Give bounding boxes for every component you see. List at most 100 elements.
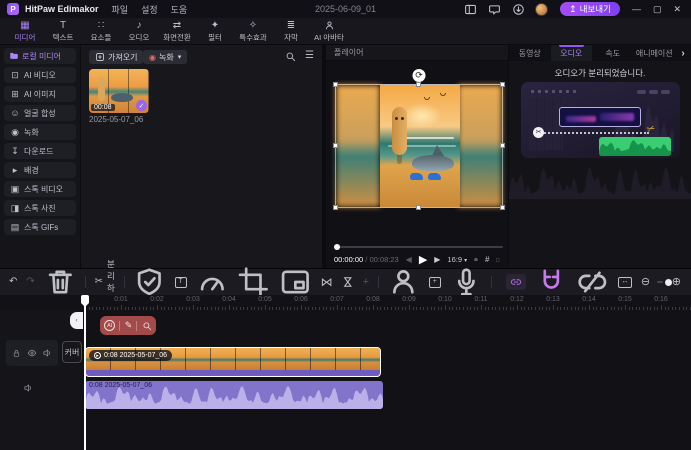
zoom-out-button[interactable]: ⊖ bbox=[641, 276, 650, 288]
record-button[interactable]: ◉ 녹화 ▾ bbox=[143, 50, 187, 64]
audio-icon: ♪ bbox=[137, 20, 142, 31]
sidebar-ai-video[interactable]: ⊡AI 비디오 bbox=[4, 67, 76, 83]
link-clips-button[interactable] bbox=[506, 274, 526, 290]
ribbon-filter[interactable]: ✦필터 bbox=[196, 20, 234, 43]
sidebar-local-media[interactable]: 로컬 미디어 bbox=[4, 48, 76, 64]
tabs-chevron-right-icon[interactable]: › bbox=[675, 45, 691, 61]
ai-pen-icon[interactable]: ✎ bbox=[125, 320, 133, 331]
ruler-label: 0:03 bbox=[186, 296, 200, 303]
ribbon-transition[interactable]: ⇄화면전환 bbox=[158, 20, 196, 43]
rotate-handle-icon[interactable]: ⟳ bbox=[413, 69, 426, 82]
resize-handle-sw[interactable] bbox=[333, 205, 338, 210]
blue-sneaker bbox=[428, 173, 441, 180]
sidebar-ai-image[interactable]: ⊞AI 이미지 bbox=[4, 86, 76, 102]
timeline-ruler[interactable]: 0:010:020:030:040:050:060:070:080:090:10… bbox=[0, 295, 691, 310]
sidebar-record[interactable]: ◉녹화 bbox=[4, 124, 76, 140]
menu-help[interactable]: 도움 bbox=[171, 3, 188, 16]
tab-audio[interactable]: 오디오 bbox=[551, 45, 593, 61]
filter-icon: ✦ bbox=[211, 20, 219, 31]
import-icon bbox=[95, 52, 105, 62]
add-track-icon[interactable]: + bbox=[429, 277, 441, 288]
sun-glow bbox=[402, 103, 442, 129]
record-dot-icon: ◉ bbox=[149, 53, 156, 62]
ribbon-toolbar: ▦미디어 T텍스트 ∷요소들 ♪오디오 ⇄화면전환 ✦필터 ✧특수효과 ≣자막 … bbox=[0, 18, 691, 45]
stock-photo-icon: ◨ bbox=[9, 203, 21, 214]
menu-settings[interactable]: 설정 bbox=[141, 3, 158, 16]
audio-separated-message: 오디오가 분리되었습니다. bbox=[509, 67, 691, 79]
transition-icon: ⇄ bbox=[173, 20, 181, 31]
minimize-button[interactable]: — bbox=[632, 4, 641, 14]
audio-clip[interactable]: 0:08 2025-05-07_06 bbox=[85, 381, 383, 409]
ribbon-audio[interactable]: ♪오디오 bbox=[120, 20, 158, 43]
play-button[interactable]: ▶ bbox=[419, 253, 427, 266]
tab-video[interactable]: 동영상 bbox=[509, 45, 551, 61]
menu-file[interactable]: 파일 bbox=[112, 3, 129, 16]
bird bbox=[424, 97, 430, 100]
tab-speed[interactable]: 속도 bbox=[592, 45, 634, 61]
ai-search-icon[interactable] bbox=[142, 321, 152, 331]
feedback-icon[interactable] bbox=[488, 3, 501, 16]
sidebar-background[interactable]: ▸배경 bbox=[4, 162, 76, 178]
playhead-flag[interactable]: ‹ bbox=[70, 312, 83, 329]
ribbon-subtitle[interactable]: ≣자막 bbox=[272, 20, 310, 43]
ribbon-elements[interactable]: ∷요소들 bbox=[82, 20, 120, 43]
ribbon-ai-avatar[interactable]: AI 아바타 bbox=[310, 20, 348, 43]
mini-cut-icon: ✂ bbox=[533, 127, 544, 138]
cover-button[interactable]: 커버 bbox=[62, 341, 82, 363]
close-button[interactable]: ✕ bbox=[673, 4, 681, 15]
tab-animation[interactable]: 애니메이션 bbox=[634, 45, 676, 61]
position-icon[interactable]: + bbox=[363, 276, 369, 288]
text-tool-icon[interactable]: T bbox=[175, 277, 187, 288]
resize-handle-w[interactable] bbox=[333, 143, 338, 148]
resize-handle-nw[interactable] bbox=[333, 82, 338, 87]
grid-icon[interactable]: # bbox=[485, 255, 489, 264]
playhead[interactable] bbox=[84, 295, 86, 450]
visibility-eye-icon[interactable] bbox=[27, 348, 37, 358]
ai-tool-icon[interactable]: AI bbox=[104, 320, 115, 331]
video-clip[interactable]: ▸0:08 2025-05-07_06 bbox=[85, 347, 381, 377]
flip-vertical-icon[interactable]: ⋈ bbox=[342, 276, 354, 288]
user-avatar[interactable] bbox=[535, 3, 548, 16]
next-frame-button[interactable]: ▶ bbox=[434, 255, 440, 264]
timeline-zoom-slider[interactable] bbox=[657, 281, 663, 283]
mute-speaker-icon[interactable] bbox=[42, 348, 52, 358]
ribbon-media[interactable]: ▦미디어 bbox=[6, 20, 44, 43]
redo-button[interactable]: ↷ bbox=[26, 276, 34, 288]
import-button[interactable]: 가져오기 bbox=[89, 50, 143, 64]
playhead-handle[interactable] bbox=[81, 295, 89, 303]
layout-icon[interactable] bbox=[464, 3, 477, 16]
mute-speaker-icon[interactable] bbox=[23, 383, 33, 393]
record-icon: ◉ bbox=[9, 127, 21, 138]
sidebar-stock-video[interactable]: ▣스톡 비디오 bbox=[4, 181, 76, 197]
resize-handle-s[interactable] bbox=[416, 205, 421, 210]
lock-icon[interactable] bbox=[12, 349, 21, 358]
sort-list-icon[interactable]: ☰ bbox=[305, 50, 314, 61]
sidebar-download[interactable]: ↧다운로드 bbox=[4, 143, 76, 159]
ruler-label: 0:10 bbox=[438, 296, 452, 303]
resize-handle-n[interactable] bbox=[416, 82, 421, 87]
auto-ripple-icon[interactable]: ↔ bbox=[618, 277, 632, 288]
media-thumbnail[interactable]: 00:08 ✓ bbox=[89, 69, 149, 113]
zoom-slider-knob[interactable] bbox=[665, 279, 672, 286]
ribbon-effects[interactable]: ✧특수효과 bbox=[234, 20, 272, 43]
resize-handle-se[interactable] bbox=[500, 205, 505, 210]
search-icon[interactable] bbox=[285, 51, 296, 62]
maximize-button[interactable]: ▢ bbox=[653, 4, 662, 15]
resize-handle-e[interactable] bbox=[500, 143, 505, 148]
ai-avatar-icon bbox=[324, 20, 335, 31]
thumb-character bbox=[98, 77, 105, 101]
video-preview[interactable]: ⟳ bbox=[335, 84, 503, 208]
resize-handle-ne[interactable] bbox=[500, 82, 505, 87]
download-icon[interactable] bbox=[512, 3, 525, 16]
sidebar-face-swap[interactable]: ☺얼굴 합성 bbox=[4, 105, 76, 121]
title-bar: P HitPaw Edimakor 파일 설정 도움 2025-06-09_01… bbox=[0, 0, 691, 18]
undo-button[interactable]: ↶ bbox=[9, 276, 17, 288]
zoom-in-button[interactable]: ⊕ bbox=[672, 276, 681, 288]
video-track-header bbox=[6, 340, 58, 366]
audio-track-header bbox=[6, 375, 58, 401]
export-button[interactable]: ↥ 내보내기 bbox=[560, 2, 620, 16]
fullscreen-icon[interactable] bbox=[496, 255, 500, 265]
progress-knob[interactable] bbox=[334, 244, 340, 250]
flip-horizontal-icon[interactable]: ⋈ bbox=[321, 276, 333, 288]
ribbon-text[interactable]: T텍스트 bbox=[44, 20, 82, 43]
